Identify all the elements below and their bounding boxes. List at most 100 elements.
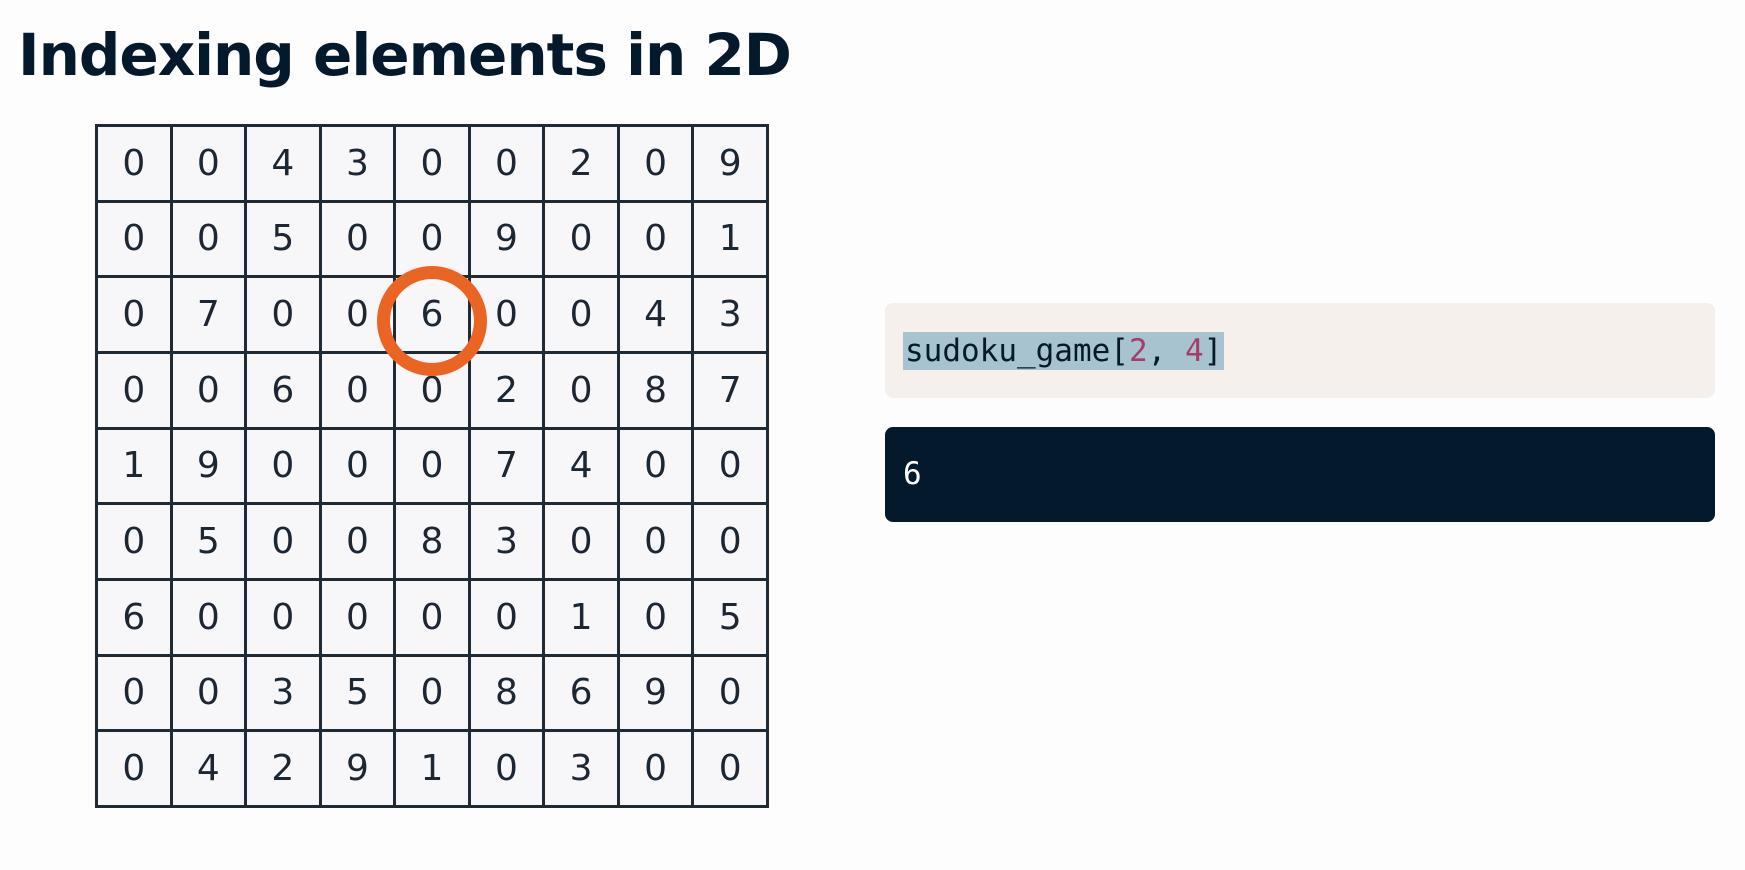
sudoku-cell: 0 (691, 653, 769, 733)
sudoku-cell: 9 (616, 653, 695, 733)
sudoku-cell: 0 (467, 729, 546, 808)
sudoku-cell: 0 (244, 577, 322, 657)
code-index-row: 2 (1128, 333, 1148, 369)
sudoku-cell: 0 (95, 124, 173, 203)
output-block: 6 (885, 427, 1715, 522)
sudoku-cell: 2 (244, 729, 322, 808)
sudoku-cell: 0 (691, 426, 769, 506)
sudoku-cell: 3 (467, 502, 546, 581)
sudoku-row: 600000105 (95, 577, 769, 657)
sudoku-cell: 0 (318, 426, 397, 506)
sudoku-cell: 0 (95, 729, 173, 808)
code-block: sudoku_game[2, 4] (885, 303, 1715, 398)
sudoku-cell: 9 (691, 124, 769, 203)
sudoku-cell: 9 (467, 199, 546, 279)
sudoku-cell: 0 (393, 124, 471, 203)
sudoku-cell: 4 (616, 275, 695, 354)
sudoku-cell: 4 (542, 426, 620, 506)
output-text: 6 (903, 456, 922, 492)
code-separator: , (1147, 333, 1185, 369)
sudoku-cell: 0 (616, 729, 695, 808)
sudoku-cell: 0 (616, 124, 695, 203)
sudoku-cell: 0 (318, 350, 397, 430)
sudoku-cell: 7 (691, 350, 769, 430)
sudoku-cell: 8 (393, 502, 471, 581)
sudoku-cell: 0 (393, 426, 471, 506)
sudoku-cell: 1 (393, 729, 471, 808)
sudoku-grid: 0043002090050090010700600430060020871900… (95, 124, 769, 808)
sudoku-cell: 0 (691, 502, 769, 581)
sudoku-cell: 5 (169, 502, 248, 581)
sudoku-cell: 0 (467, 124, 546, 203)
sudoku-cell: 0 (169, 350, 248, 430)
sudoku-cell: 0 (169, 653, 248, 733)
sudoku-cell: 1 (691, 199, 769, 279)
code-index-col: 4 (1184, 333, 1204, 369)
sudoku-cell: 3 (542, 729, 620, 808)
sudoku-cell: 0 (542, 275, 620, 354)
sudoku-row: 070060043 (95, 275, 769, 354)
sudoku-cell: 1 (542, 577, 620, 657)
sudoku-cell: 9 (169, 426, 248, 506)
sudoku-cell: 7 (467, 426, 546, 506)
sudoku-cell: 6 (95, 577, 173, 657)
sudoku-cell: 0 (393, 653, 471, 733)
sudoku-cell: 0 (616, 577, 695, 657)
sudoku-cell: 0 (244, 502, 322, 581)
sudoku-cell: 0 (542, 199, 620, 279)
sudoku-cell: 0 (169, 199, 248, 279)
sudoku-cell: 0 (95, 350, 173, 430)
sudoku-cell: 6 (244, 350, 322, 430)
sudoku-cell: 0 (318, 577, 397, 657)
sudoku-row: 003508690 (95, 653, 769, 733)
sudoku-cell: 0 (616, 426, 695, 506)
sudoku-cell: 6 (542, 653, 620, 733)
sudoku-cell: 0 (169, 577, 248, 657)
sudoku-cell: 0 (244, 275, 322, 354)
sudoku-cell: 0 (393, 577, 471, 657)
sudoku-cell: 0 (616, 199, 695, 279)
sudoku-cell: 0 (318, 502, 397, 581)
sudoku-cell: 2 (542, 124, 620, 203)
sudoku-cell: 0 (169, 124, 248, 203)
sudoku-cell: 0 (393, 350, 471, 430)
code-prefix: sudoku_game[ (905, 333, 1129, 369)
sudoku-cell: 5 (244, 199, 322, 279)
sudoku-cell: 0 (318, 275, 397, 354)
sudoku-cell: 0 (95, 275, 173, 354)
sudoku-cell: 2 (467, 350, 546, 430)
sudoku-cell: 7 (169, 275, 248, 354)
sudoku-cell: 0 (393, 199, 471, 279)
code-suffix: ] (1203, 333, 1223, 369)
sudoku-cell: 8 (616, 350, 695, 430)
sudoku-cell: 9 (318, 729, 397, 808)
sudoku-row: 005009001 (95, 199, 769, 279)
sudoku-grid-container: 0043002090050090010700600430060020871900… (95, 124, 769, 808)
sudoku-cell: 5 (318, 653, 397, 733)
sudoku-row: 042910300 (95, 729, 769, 808)
sudoku-cell: 0 (95, 653, 173, 733)
sudoku-cell: 8 (467, 653, 546, 733)
sudoku-cell: 3 (318, 124, 397, 203)
sudoku-cell: 1 (95, 426, 173, 506)
sudoku-cell: 0 (467, 275, 546, 354)
sudoku-cell: 3 (244, 653, 322, 733)
sudoku-cell: 4 (244, 124, 322, 203)
sudoku-cell-highlighted: 6 (393, 275, 471, 354)
sudoku-grid-body: 0043002090050090010700600430060020871900… (95, 124, 769, 808)
code-line[interactable]: sudoku_game[2, 4] (903, 332, 1225, 370)
sudoku-row: 050083000 (95, 502, 769, 581)
sudoku-cell: 0 (95, 199, 173, 279)
sudoku-cell: 0 (467, 577, 546, 657)
sudoku-cell: 5 (691, 577, 769, 657)
sudoku-cell: 0 (691, 729, 769, 808)
sudoku-row: 190007400 (95, 426, 769, 506)
sudoku-cell: 4 (169, 729, 248, 808)
sudoku-cell: 3 (691, 275, 769, 354)
sudoku-cell: 0 (318, 199, 397, 279)
sudoku-row: 004300209 (95, 124, 769, 203)
sudoku-cell: 0 (616, 502, 695, 581)
sudoku-cell: 0 (542, 502, 620, 581)
sudoku-row: 006002087 (95, 350, 769, 430)
sudoku-cell: 0 (95, 502, 173, 581)
